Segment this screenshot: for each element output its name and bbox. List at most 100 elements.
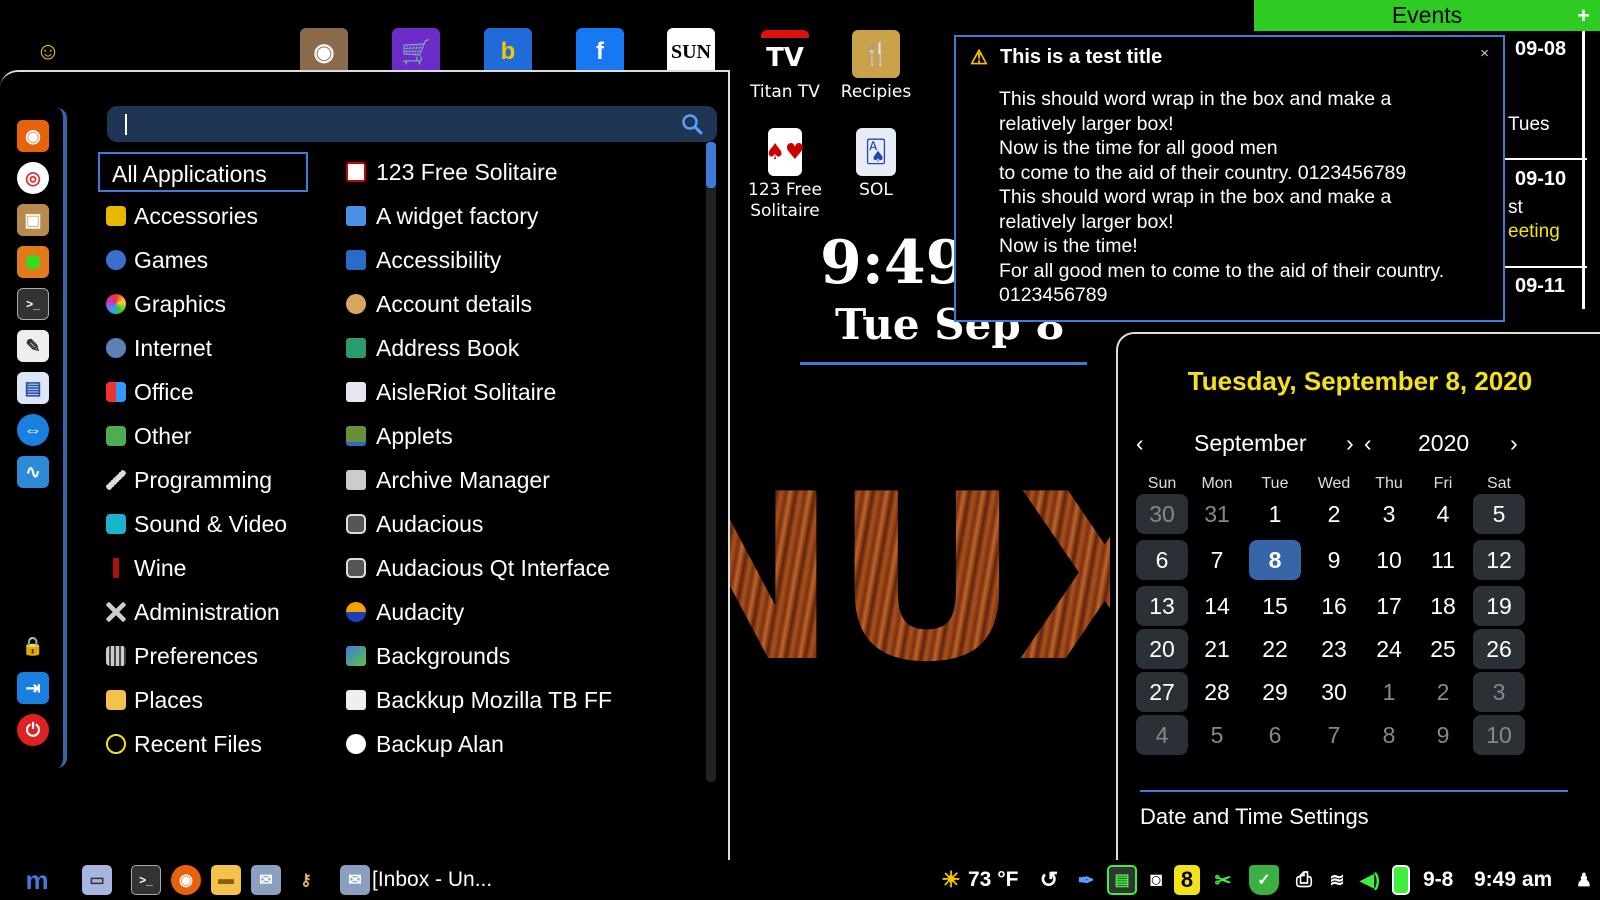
keys-icon[interactable]: ⚷ — [291, 865, 321, 895]
app-audacious-qt[interactable]: Audacious Qt Interface — [340, 548, 690, 588]
category-wine[interactable]: Wine — [98, 548, 308, 588]
calendar-day[interactable]: 28 — [1191, 672, 1243, 712]
date-time-settings-link[interactable]: Date and Time Settings — [1140, 804, 1369, 830]
calendar-day[interactable]: 18 — [1417, 586, 1469, 626]
calendar-day[interactable]: 2 — [1308, 494, 1360, 534]
event-date[interactable]: 09-11 — [1515, 275, 1565, 298]
firefox-icon[interactable]: ◉ — [171, 865, 201, 895]
calendar-day[interactable]: 10 — [1363, 540, 1415, 580]
app-archive-manager[interactable]: Archive Manager — [340, 460, 690, 500]
firefox-icon[interactable]: ◉ — [17, 120, 49, 152]
lock-icon[interactable]: 🔒 — [17, 630, 49, 662]
calendar-day[interactable]: 26 — [1473, 629, 1525, 669]
event-text[interactable]: st — [1508, 197, 1523, 219]
calendar-day[interactable]: 3 — [1363, 494, 1415, 534]
printer-icon[interactable]: ⎙ — [1289, 865, 1319, 895]
category-games[interactable]: Games — [98, 240, 308, 280]
show-desktop-icon[interactable]: ▭ — [82, 865, 112, 895]
battery-icon[interactable] — [1392, 865, 1410, 895]
category-office[interactable]: Office — [98, 372, 308, 412]
calendar-day[interactable]: 4 — [1417, 494, 1469, 534]
calendar-day[interactable]: 7 — [1308, 715, 1360, 755]
app-account-details[interactable]: Account details — [340, 284, 690, 324]
calendar-day[interactable]: 9 — [1417, 715, 1469, 755]
calendar-day[interactable]: 23 — [1308, 629, 1360, 669]
calendar-day[interactable]: 19 — [1473, 586, 1525, 626]
category-internet[interactable]: Internet — [98, 328, 308, 368]
app-backkup-mozilla[interactable]: Backkup Mozilla TB FF — [340, 680, 690, 720]
app-backgrounds[interactable]: Backgrounds — [340, 636, 690, 676]
calendar-popup[interactable]: Tuesday, September 8, 2020 ‹ September ›… — [1116, 332, 1600, 860]
calendar-day[interactable]: 1 — [1249, 494, 1301, 534]
calendar-day[interactable]: 14 — [1191, 586, 1243, 626]
app-123-free-solitaire[interactable]: 123 Free Solitaire — [340, 152, 690, 192]
calendar-day[interactable]: 3 — [1473, 672, 1525, 712]
shopping-cart-icon[interactable]: 🛒 — [392, 28, 440, 76]
chrome-icon[interactable]: ◎ — [17, 162, 49, 194]
system-monitor-icon[interactable]: ∿ — [17, 456, 49, 488]
calendar-day[interactable]: 10 — [1473, 715, 1525, 755]
calendar-day[interactable]: 29 — [1249, 672, 1301, 712]
category-places[interactable]: Places — [98, 680, 308, 720]
application-list-scrollbar[interactable] — [706, 142, 716, 782]
calendar-day[interactable]: 16 — [1308, 586, 1360, 626]
app-aisleriot-solitaire[interactable]: AisleRiot Solitaire — [340, 372, 690, 412]
calendar-day[interactable]: 17 — [1363, 586, 1415, 626]
user-workstation-icon[interactable]: ☺ — [24, 28, 72, 76]
calendar-day[interactable]: 11 — [1417, 540, 1469, 580]
calendar-day[interactable]: 25 — [1417, 629, 1469, 669]
calendar-day[interactable]: 13 — [1136, 586, 1188, 626]
calendar-day[interactable]: 24 — [1363, 629, 1415, 669]
folder-icon[interactable]: ▬ — [211, 865, 241, 895]
category-programming[interactable]: Programming — [98, 460, 308, 500]
window-button-inbox[interactable]: [Inbox - Un... — [372, 868, 492, 892]
facebook-icon[interactable]: f — [576, 28, 624, 76]
events-header[interactable]: Events + — [1254, 0, 1600, 31]
prev-year-button[interactable]: ‹ — [1364, 430, 1372, 457]
shield-icon[interactable]: ✓ — [1249, 865, 1279, 895]
mint-menu-icon[interactable]: m — [20, 865, 54, 895]
calendar-day[interactable]: 1 — [1363, 672, 1415, 712]
close-icon[interactable]: × — [1480, 45, 1489, 62]
calendar-day[interactable]: 30 — [1136, 494, 1188, 534]
app-audacity[interactable]: Audacity — [340, 592, 690, 632]
calendar-day[interactable]: 5 — [1191, 715, 1243, 755]
color-picker-icon[interactable]: ✒ — [1071, 865, 1101, 895]
system-monitor-icon[interactable]: ▤ — [1107, 865, 1137, 895]
calendar-day[interactable]: 2 — [1417, 672, 1469, 712]
taskbar-clock[interactable]: 9:49 am — [1474, 868, 1552, 892]
logout-icon[interactable]: ⇥ — [17, 672, 49, 704]
application-menu[interactable]: ◉ ◎ ▣ ⬢ >_ ✎ ▤ ⇔ ∿ 🔒 ⇥ ⏻ All Application… — [0, 70, 730, 860]
calendar-day[interactable]: 8 — [1363, 715, 1415, 755]
workspace-indicator[interactable]: 8 — [1174, 865, 1200, 895]
mail-icon[interactable]: ✉ — [251, 865, 281, 895]
app-widget-factory[interactable]: A widget factory — [340, 196, 690, 236]
taskbar-date[interactable]: 9-8 — [1423, 868, 1453, 892]
category-graphics[interactable]: Graphics — [98, 284, 308, 324]
volume-icon[interactable]: ◀) — [1355, 865, 1385, 895]
add-event-button[interactable]: + — [1577, 0, 1590, 31]
scissors-icon[interactable]: ✂ — [1208, 865, 1238, 895]
event-date[interactable]: 09-10 — [1515, 168, 1566, 191]
calendar-day[interactable]: 31 — [1191, 494, 1243, 534]
wifi-icon[interactable]: ≋ — [1322, 865, 1352, 895]
notification-popup[interactable]: ⚠ This is a test title × This should wor… — [954, 35, 1505, 322]
terminal-icon[interactable]: >_ — [131, 865, 161, 895]
teamviewer-icon[interactable]: ⇔ — [17, 414, 49, 446]
baltimore-sun-icon[interactable]: SUN — [667, 28, 715, 76]
calendar-day[interactable]: 12 — [1473, 540, 1525, 580]
calendar-day[interactable]: 8 — [1249, 540, 1301, 580]
category-sound-video[interactable]: Sound & Video — [98, 504, 308, 544]
prev-month-button[interactable]: ‹ — [1136, 430, 1144, 457]
category-recent-files[interactable]: Recent Files — [98, 724, 308, 764]
category-all-applications[interactable]: All Applications — [98, 152, 308, 192]
category-administration[interactable]: Administration — [98, 592, 308, 632]
calendar-day[interactable]: 5 — [1473, 494, 1525, 534]
category-other[interactable]: Other — [98, 416, 308, 456]
calendar-day[interactable]: 21 — [1191, 629, 1243, 669]
app-accessibility[interactable]: Accessibility — [340, 240, 690, 280]
user-icon[interactable]: ♟ — [1574, 865, 1594, 895]
titan-tv-desktop-icon[interactable]: TV Titan TV — [739, 30, 831, 102]
power-icon[interactable]: ⏻ — [17, 714, 49, 746]
sol-desktop-icon[interactable]: 🂡 SOL — [830, 128, 922, 200]
